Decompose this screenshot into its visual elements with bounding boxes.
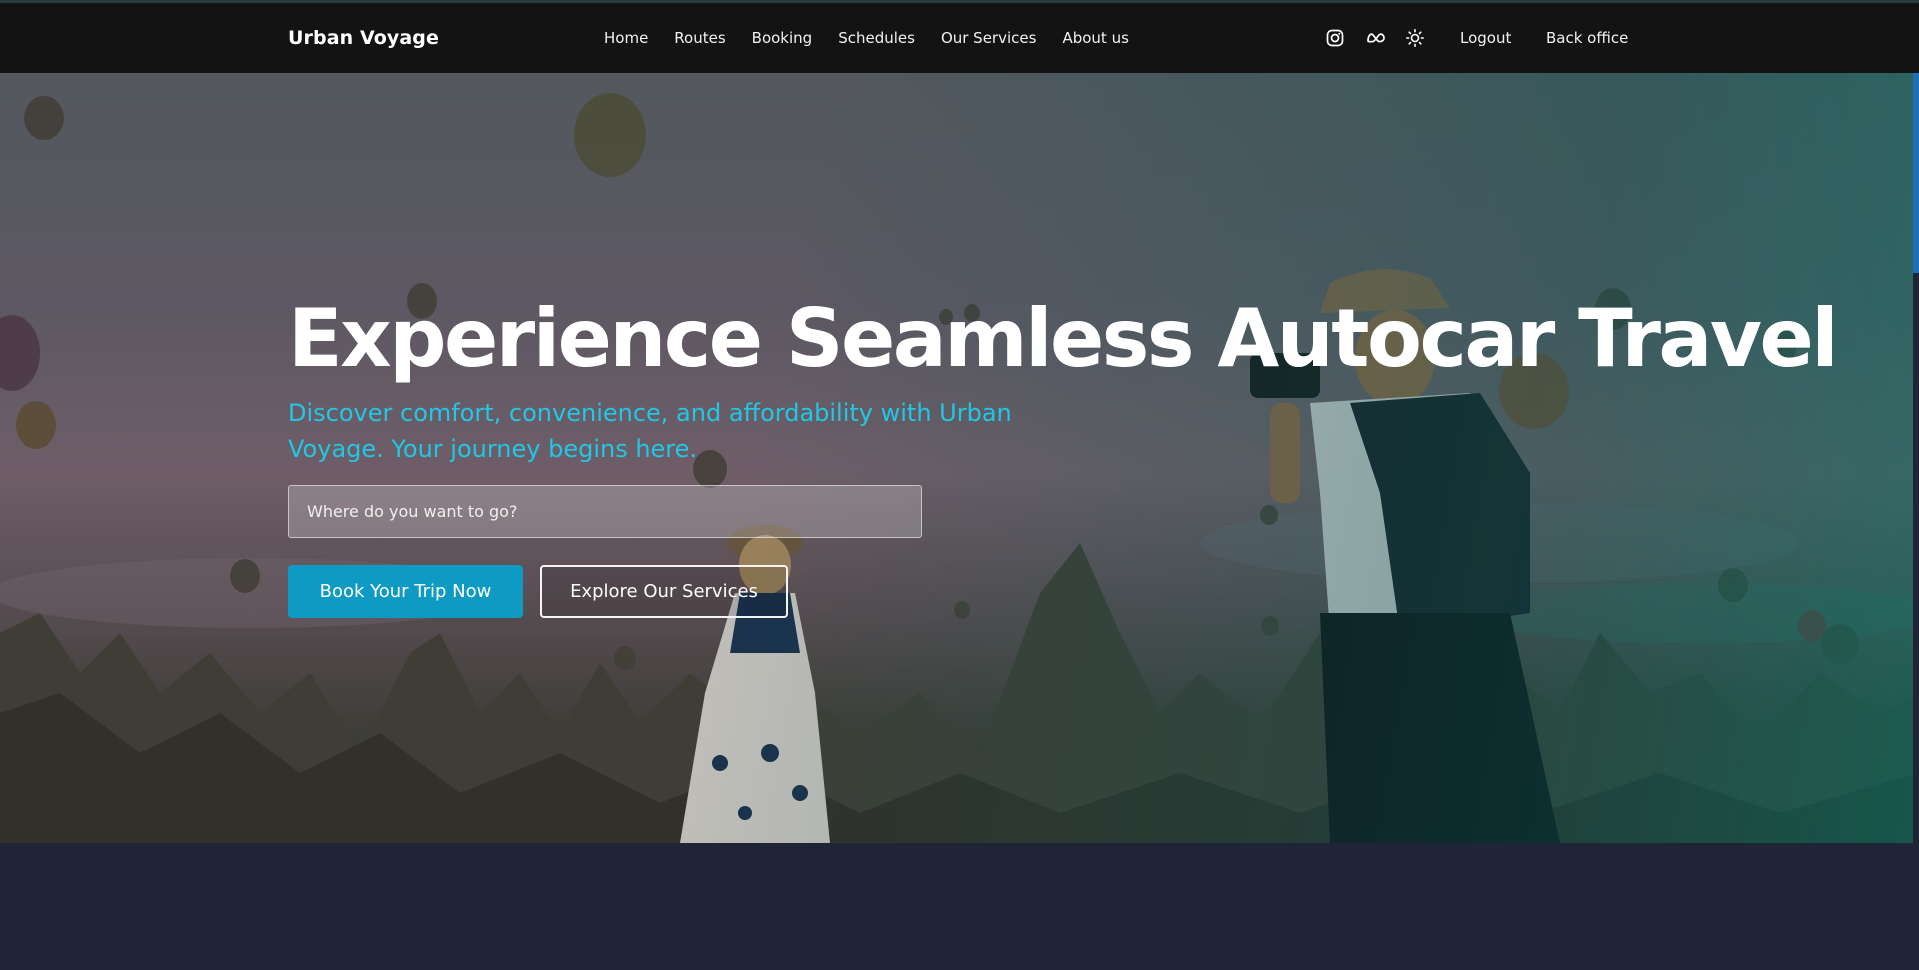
nav-icons <box>1326 29 1425 48</box>
hero-title: Experience Seamless Autocar Travel <box>288 292 1839 385</box>
hero-subtitle: Discover comfort, convenience, and affor… <box>288 399 1012 463</box>
nav-link-booking[interactable]: Booking <box>752 29 813 47</box>
nav-link-schedules[interactable]: Schedules <box>838 29 915 47</box>
back-office-link[interactable]: Back office <box>1546 29 1628 47</box>
instagram-icon[interactable] <box>1326 29 1344 47</box>
book-trip-button[interactable]: Book Your Trip Now <box>288 565 523 618</box>
hero-section: Experience Seamless Autocar Travel Disco… <box>0 73 1919 843</box>
destination-search-input[interactable] <box>288 485 922 538</box>
navbar: Urban Voyage Home Routes Booking Schedul… <box>0 3 1919 73</box>
scrollbar-thumb[interactable] <box>1913 73 1919 273</box>
nav-link-routes[interactable]: Routes <box>674 29 725 47</box>
brand-logo[interactable]: Urban Voyage <box>288 27 439 49</box>
nav-link-home[interactable]: Home <box>604 29 648 47</box>
nav-link-our-services[interactable]: Our Services <box>941 29 1037 47</box>
meta-icon[interactable] <box>1366 29 1385 47</box>
nav-link-about-us[interactable]: About us <box>1062 29 1128 47</box>
next-section <box>0 843 1919 970</box>
nav-links: Home Routes Booking Schedules Our Servic… <box>604 29 1155 47</box>
sun-icon[interactable] <box>1406 29 1425 48</box>
logout-link[interactable]: Logout <box>1460 29 1511 47</box>
explore-services-button[interactable]: Explore Our Services <box>540 565 788 618</box>
